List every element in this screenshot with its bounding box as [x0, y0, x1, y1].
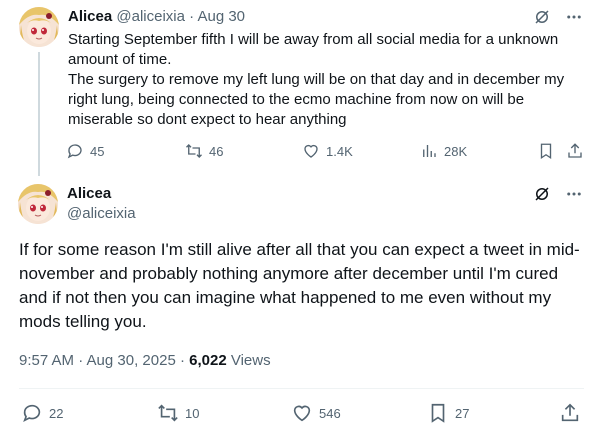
reply-bubble-icon: [21, 402, 43, 424]
author-name[interactable]: Alicea: [68, 8, 112, 25]
grok-slash-icon[interactable]: [533, 8, 551, 26]
meta-separator: ·: [179, 352, 185, 369]
reply-button[interactable]: 45: [66, 142, 104, 160]
author-name[interactable]: Alicea: [67, 184, 111, 204]
like-button[interactable]: 546: [291, 402, 341, 424]
bar-chart-icon: [420, 142, 438, 160]
tweet-text: Starting September fifth I will be away …: [68, 30, 583, 130]
tweet-date[interactable]: Aug 30: [197, 8, 245, 25]
tweet-header: Alicea @aliceixia · Aug 30: [68, 7, 245, 27]
repost-arrows-icon: [157, 402, 179, 424]
grok-slash-icon[interactable]: [533, 185, 551, 203]
repost-button[interactable]: 10: [157, 402, 199, 424]
repost-button[interactable]: 46: [185, 142, 223, 160]
more-dots-icon[interactable]: [565, 185, 583, 203]
reply-count: 45: [90, 143, 105, 159]
reply-button[interactable]: 22: [21, 402, 63, 424]
repost-arrows-icon: [185, 142, 203, 160]
bookmark-icon: [427, 402, 449, 424]
tweet-action-bar: 22 10 546 27: [19, 402, 584, 424]
tweet-meta: 9:57 AM · Aug 30, 2025 · 6,022 Views: [19, 351, 271, 371]
share-upload-icon: [566, 142, 584, 160]
tweet-paragraph: The surgery to remove my left lung will …: [68, 71, 565, 128]
share-button[interactable]: [559, 402, 581, 424]
avatar[interactable]: [18, 184, 58, 224]
views-count: 6,022: [189, 352, 227, 369]
bookmark-button[interactable]: 27: [427, 402, 469, 424]
more-dots-icon[interactable]: [565, 8, 583, 26]
tweet-action-bar: 45 46 1.4K 28K: [66, 142, 586, 162]
heart-icon: [291, 402, 313, 424]
divider: [19, 388, 584, 389]
reply-count: 22: [49, 405, 64, 421]
author-handle[interactable]: @aliceixia: [116, 8, 185, 25]
bookmark-icon: [537, 142, 555, 160]
share-button[interactable]: [566, 142, 584, 160]
repost-count: 46: [209, 143, 224, 159]
views-label: Views: [230, 352, 271, 369]
like-button[interactable]: 1.4K: [302, 142, 353, 160]
avatar[interactable]: [19, 7, 59, 47]
thread-connector-line: [38, 52, 40, 176]
views-button[interactable]: 28K: [420, 142, 467, 160]
tweet-timestamp[interactable]: 9:57 AM · Aug 30, 2025: [19, 352, 176, 369]
bookmark-button[interactable]: [537, 142, 555, 160]
views-count: 28K: [444, 143, 468, 159]
share-upload-icon: [559, 402, 581, 424]
tweet-top-actions: [533, 185, 583, 203]
like-count: 546: [319, 405, 341, 421]
like-count: 1.4K: [326, 143, 353, 159]
tweet-text: If for some reason I'm still alive after…: [19, 240, 580, 331]
repost-count: 10: [185, 405, 200, 421]
avatar-image: [19, 7, 59, 47]
bookmark-count: 27: [455, 405, 470, 421]
heart-icon: [302, 142, 320, 160]
tweet-top-actions: [533, 8, 583, 26]
author-handle[interactable]: @aliceixia: [67, 204, 136, 224]
reply-bubble-icon: [66, 142, 84, 160]
avatar-image: [18, 184, 58, 224]
tweet-paragraph: Starting September fifth I will be away …: [68, 31, 559, 68]
header-separator: ·: [189, 8, 195, 25]
